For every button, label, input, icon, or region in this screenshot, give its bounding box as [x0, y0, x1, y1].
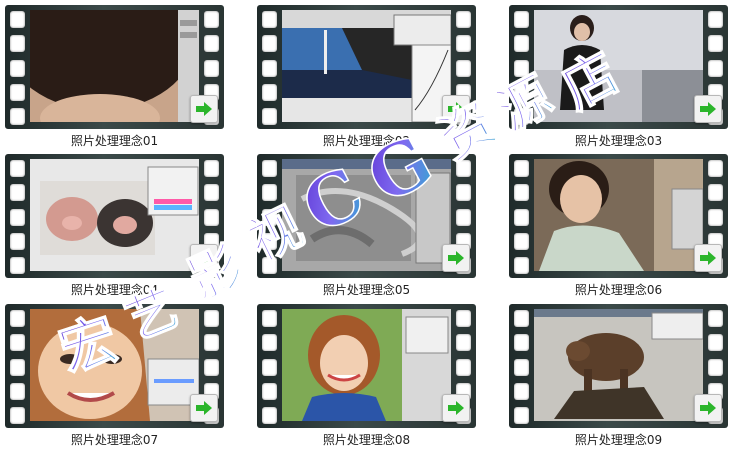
sprocket-holes-left	[10, 160, 25, 274]
play-button[interactable]	[190, 244, 218, 272]
filmstrip-frame	[257, 304, 476, 428]
video-caption[interactable]: 照片处理理念01	[5, 132, 224, 149]
video-thumbnail	[534, 10, 703, 122]
video-tile-01[interactable]: 照片处理理念01	[5, 5, 224, 151]
video-tile-04[interactable]: 照片处理理念04	[5, 154, 224, 300]
video-caption[interactable]: 照片处理理念04	[5, 281, 224, 298]
video-caption[interactable]: 照片处理理念07	[5, 431, 224, 448]
video-caption[interactable]: 照片处理理念02	[257, 132, 476, 149]
filmstrip-frame	[5, 5, 224, 129]
video-tile-08[interactable]: 照片处理理念08	[257, 304, 476, 450]
play-button[interactable]	[694, 244, 722, 272]
green-arrow-icon	[448, 401, 464, 415]
video-tile-09[interactable]: 照片处理理念09	[509, 304, 728, 450]
filmstrip-frame	[5, 154, 224, 278]
video-caption[interactable]: 照片处理理念09	[509, 431, 728, 448]
green-arrow-icon	[700, 251, 716, 265]
filmstrip-frame	[509, 154, 728, 278]
video-thumbnail	[282, 309, 451, 421]
video-caption[interactable]: 照片处理理念03	[509, 132, 728, 149]
video-thumbnail	[30, 10, 199, 122]
sprocket-holes-left	[262, 310, 277, 424]
video-thumbnail	[282, 10, 451, 122]
filmstrip-frame	[257, 154, 476, 278]
play-button[interactable]	[442, 95, 470, 123]
green-arrow-icon	[196, 251, 212, 265]
play-button[interactable]	[694, 95, 722, 123]
video-thumbnail	[30, 309, 199, 421]
video-thumbnail	[534, 309, 703, 421]
video-thumbnail	[30, 159, 199, 271]
filmstrip-frame	[257, 5, 476, 129]
sprocket-holes-left	[10, 310, 25, 424]
green-arrow-icon	[700, 102, 716, 116]
video-caption[interactable]: 照片处理理念06	[509, 281, 728, 298]
sprocket-holes-left	[10, 11, 25, 125]
play-button[interactable]	[442, 394, 470, 422]
video-thumbnail-grid: 照片处理理念01 照片处理理念02 照片处理理念03 照片处理理念04 照片处理…	[0, 0, 731, 450]
sprocket-holes-left	[262, 160, 277, 274]
green-arrow-icon	[700, 401, 716, 415]
video-tile-03[interactable]: 照片处理理念03	[509, 5, 728, 151]
green-arrow-icon	[448, 102, 464, 116]
sprocket-holes-left	[514, 310, 529, 424]
sprocket-holes-left	[262, 11, 277, 125]
filmstrip-frame	[509, 304, 728, 428]
sprocket-holes-left	[514, 160, 529, 274]
filmstrip-frame	[5, 304, 224, 428]
filmstrip-frame	[509, 5, 728, 129]
play-button[interactable]	[190, 394, 218, 422]
video-tile-07[interactable]: 照片处理理念07	[5, 304, 224, 450]
play-button[interactable]	[190, 95, 218, 123]
video-tile-06[interactable]: 照片处理理念06	[509, 154, 728, 300]
sprocket-holes-left	[514, 11, 529, 125]
video-tile-02[interactable]: 照片处理理念02	[257, 5, 476, 151]
video-thumbnail	[282, 159, 451, 271]
green-arrow-icon	[196, 401, 212, 415]
video-tile-05[interactable]: 照片处理理念05	[257, 154, 476, 300]
green-arrow-icon	[448, 251, 464, 265]
video-caption[interactable]: 照片处理理念08	[257, 431, 476, 448]
play-button[interactable]	[442, 244, 470, 272]
video-caption[interactable]: 照片处理理念05	[257, 281, 476, 298]
video-thumbnail	[534, 159, 703, 271]
green-arrow-icon	[196, 102, 212, 116]
play-button[interactable]	[694, 394, 722, 422]
